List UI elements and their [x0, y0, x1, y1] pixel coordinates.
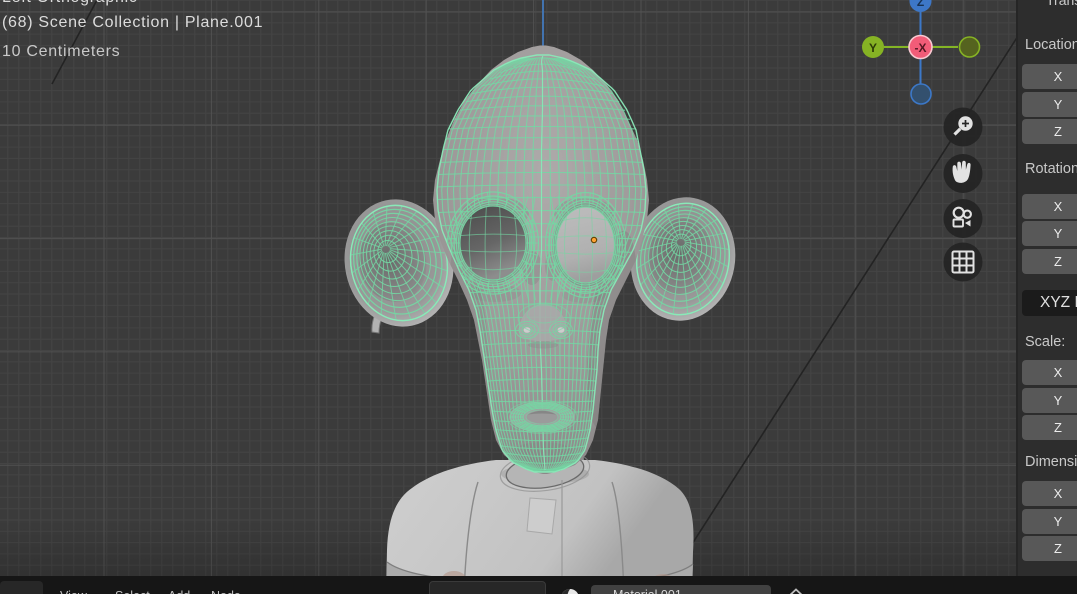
svg-text:-X: -X — [915, 41, 927, 55]
svg-text:Y: Y — [869, 41, 877, 55]
svg-text:Z: Z — [917, 0, 924, 9]
